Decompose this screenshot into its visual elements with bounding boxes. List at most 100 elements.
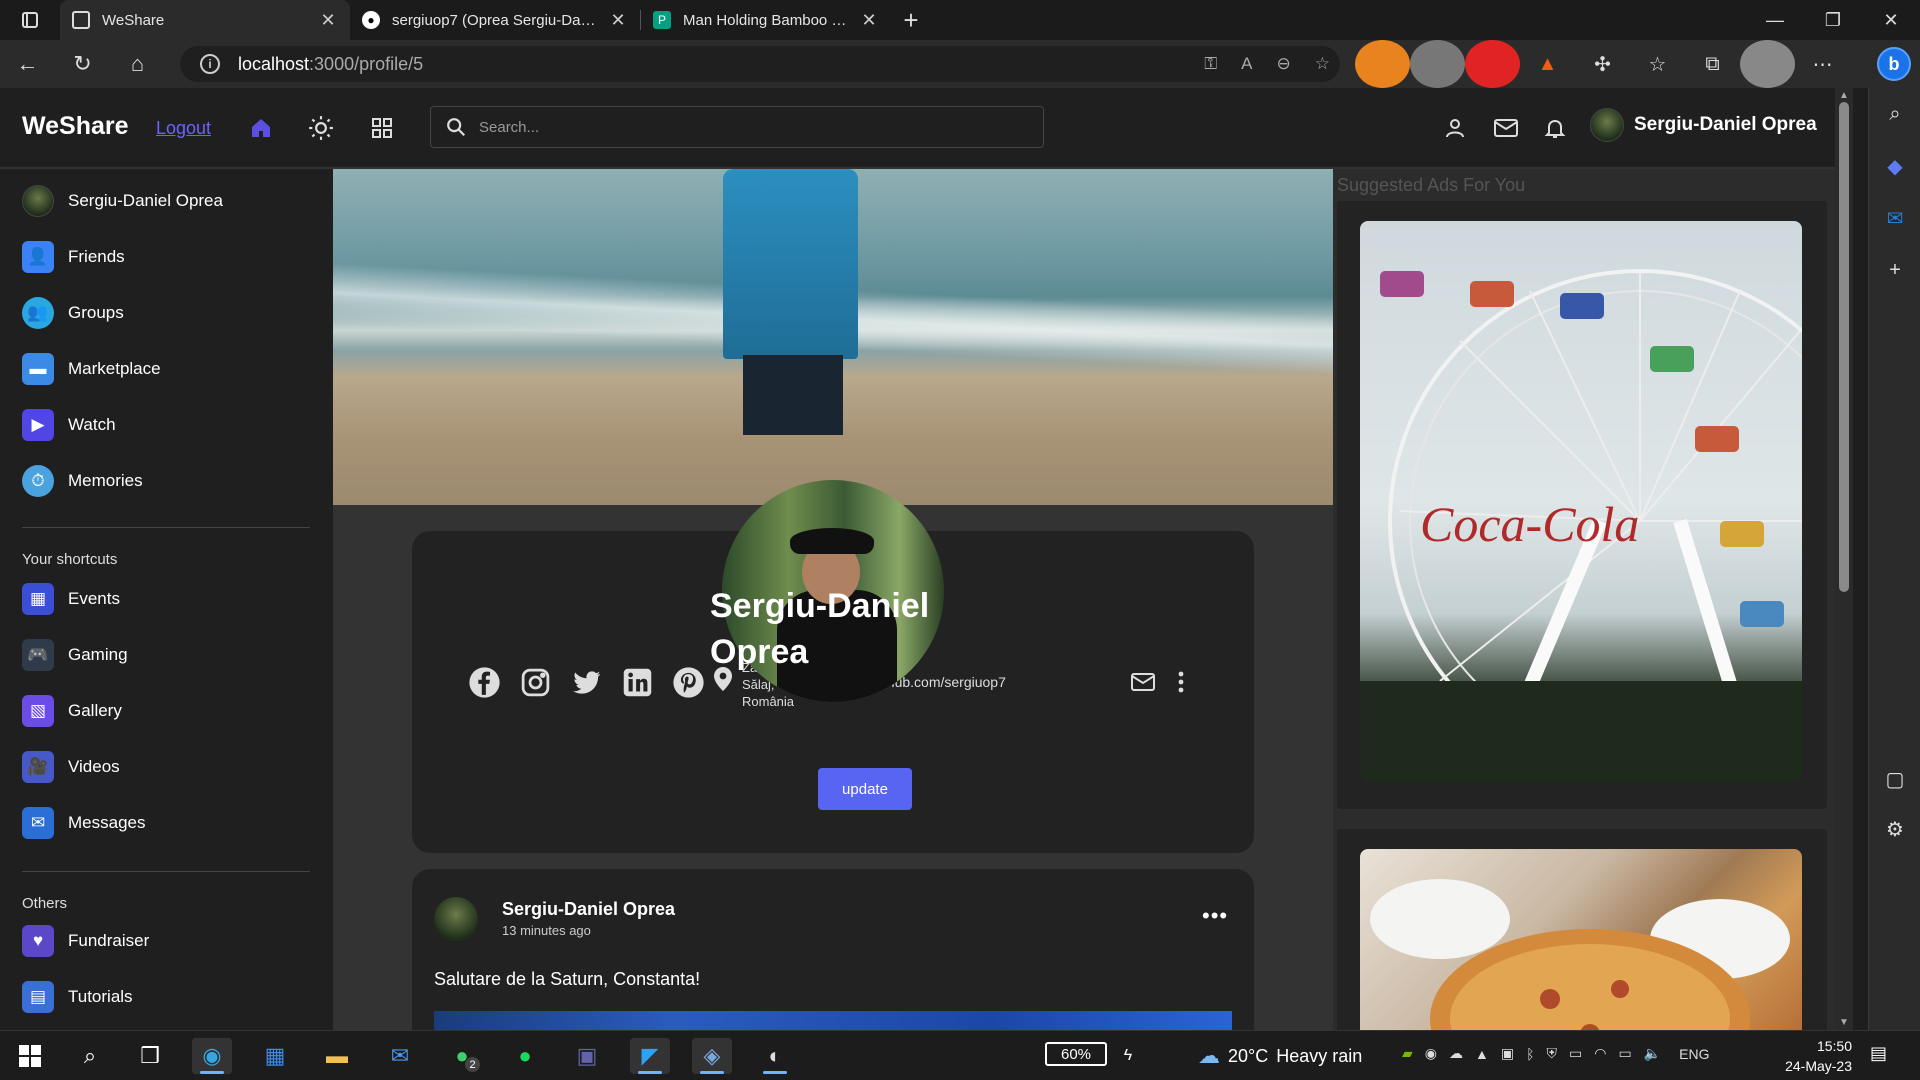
restore-icon[interactable]: ❐	[1804, 0, 1862, 40]
sidebar-item-fundraiser[interactable]: ♥ Fundraiser	[22, 921, 149, 961]
add-icon[interactable]: +	[1869, 244, 1920, 296]
sidebar-item-gallery[interactable]: ▧ Gallery	[22, 691, 122, 731]
store-icon[interactable]: ▦	[255, 1038, 295, 1074]
facebook-icon[interactable]	[468, 666, 501, 699]
more-horiz-icon[interactable]: •••	[1202, 903, 1228, 929]
mail-icon[interactable]	[1488, 110, 1524, 146]
bell-icon[interactable]	[1537, 110, 1573, 146]
back-icon[interactable]: ←	[0, 40, 55, 88]
extensions-icon[interactable]: ✣	[1575, 40, 1630, 88]
sidebar-item-profile[interactable]: Sergiu-Daniel Oprea	[22, 181, 223, 221]
search-input[interactable]	[479, 118, 999, 136]
teams-tray-icon[interactable]: ▣	[1501, 1045, 1514, 1062]
apps-grid-icon[interactable]	[364, 110, 400, 146]
tab-pexels[interactable]: P Man Holding Bamboo Plant Wea ✕	[641, 0, 891, 40]
obs-icon[interactable]: ◐	[755, 1038, 795, 1074]
avatar[interactable]	[434, 897, 478, 941]
teams-icon[interactable]: ▣	[567, 1038, 607, 1074]
logout-link[interactable]: Logout	[156, 118, 211, 139]
search-icon[interactable]: ⌕	[70, 1038, 110, 1074]
meet-icon[interactable]: ▭	[1569, 1045, 1582, 1062]
app-icon[interactable]: ◈	[692, 1038, 732, 1074]
read-aloud-icon[interactable]: A	[1241, 54, 1252, 74]
tab-actions-icon[interactable]	[0, 0, 60, 40]
close-tab-icon[interactable]: ✕	[318, 10, 338, 31]
wifi-icon[interactable]: ◠	[1594, 1045, 1606, 1062]
copilot-icon[interactable]: ◆	[1869, 140, 1920, 192]
nvidia-icon[interactable]: ▰	[1402, 1045, 1413, 1062]
add-favorite-icon[interactable]: ☆	[1315, 54, 1330, 74]
vscode-icon[interactable]: ◤	[630, 1038, 670, 1074]
scroll-up-icon[interactable]: ▲	[1839, 90, 1849, 101]
drive-icon[interactable]: ▲	[1475, 1046, 1489, 1062]
whatsapp-icon[interactable]: ● 2	[442, 1038, 482, 1074]
home-icon[interactable]	[243, 110, 279, 146]
split-screen-icon[interactable]: ▢	[1869, 753, 1920, 805]
spotify-icon[interactable]: ●	[505, 1038, 545, 1074]
clock[interactable]: 15:50 24-May-23	[1772, 1036, 1852, 1076]
home-icon[interactable]: ⌂	[110, 40, 165, 88]
outlook-icon[interactable]: ✉	[1869, 192, 1920, 244]
user-profile-chip[interactable]: Sergiu-Daniel Oprea	[1590, 108, 1817, 142]
more-icon[interactable]: ⋯	[1795, 40, 1850, 88]
task-view-icon[interactable]: ❒	[130, 1038, 170, 1074]
bluetooth-icon[interactable]: ᛒ	[1526, 1046, 1534, 1062]
person-icon[interactable]	[1437, 110, 1473, 146]
sidebar-item-events[interactable]: ▦ Events	[22, 579, 120, 619]
notifications-icon[interactable]: ▤	[1870, 1043, 1887, 1064]
extension-flame-icon[interactable]: ▲	[1520, 40, 1575, 88]
key-icon[interactable]: ⚿	[1204, 54, 1217, 74]
sidebar-item-messages[interactable]: ✉ Messages	[22, 803, 145, 843]
sidebar-item-memories[interactable]: ⏱ Memories	[22, 461, 143, 501]
sidebar-item-groups[interactable]: 👥 Groups	[22, 293, 124, 333]
volume-icon[interactable]: 🔈	[1644, 1045, 1661, 1062]
file-explorer-icon[interactable]: ▬	[317, 1038, 357, 1074]
sidebar-item-watch[interactable]: ▶ Watch	[22, 405, 116, 445]
sidebar-item-friends[interactable]: 👤 Friends	[22, 237, 125, 277]
search-icon[interactable]: ⌕	[1869, 88, 1920, 140]
language-indicator[interactable]: ENG	[1679, 1046, 1709, 1062]
new-tab-button[interactable]: +	[891, 0, 931, 40]
sidebar-item-videos[interactable]: 🎥 Videos	[22, 747, 120, 787]
extension-red-icon[interactable]	[1465, 40, 1520, 88]
sidebar-item-marketplace[interactable]: ▬ Marketplace	[22, 349, 161, 389]
scroll-thumb[interactable]	[1839, 102, 1849, 592]
search-box[interactable]	[430, 106, 1044, 148]
linkedin-icon[interactable]	[621, 666, 654, 699]
scroll-down-icon[interactable]: ▼	[1839, 1017, 1849, 1028]
favorites-icon[interactable]: ☆	[1630, 40, 1685, 88]
update-button[interactable]: update	[818, 768, 912, 810]
mail-icon[interactable]	[1130, 671, 1156, 693]
battery-indicator[interactable]: 60%	[1045, 1042, 1107, 1066]
post-author[interactable]: Sergiu-Daniel Oprea	[502, 899, 675, 920]
metamask-icon[interactable]	[1355, 40, 1410, 88]
theme-toggle-icon[interactable]	[303, 110, 339, 146]
settings-icon[interactable]: ⚙	[1869, 803, 1920, 855]
zoom-out-icon[interactable]: ⊖	[1277, 54, 1291, 74]
twitter-icon[interactable]	[570, 666, 603, 699]
minimize-icon[interactable]: —	[1746, 0, 1804, 40]
refresh-icon[interactable]: ↻	[55, 40, 110, 88]
tab-weshare[interactable]: WeShare ✕	[60, 0, 350, 40]
ad-card[interactable]: Coca-Cola	[1337, 201, 1827, 809]
bing-chat[interactable]: b	[1868, 40, 1920, 88]
ad-image-pizza[interactable]	[1360, 849, 1802, 1030]
close-tab-icon[interactable]: ✕	[608, 10, 628, 31]
ad-image-ferris-wheel[interactable]: Coca-Cola	[1360, 221, 1802, 781]
close-window-icon[interactable]: ✕	[1862, 0, 1920, 40]
page-scrollbar[interactable]: ▲ ▼	[1835, 88, 1853, 1030]
sidebar-item-gaming[interactable]: 🎮 Gaming	[22, 635, 128, 675]
ad-card[interactable]	[1337, 829, 1827, 1030]
collections-icon[interactable]: ⧉	[1685, 40, 1740, 88]
app-logo[interactable]: WeShare	[22, 112, 129, 141]
edge-icon[interactable]: ◉	[192, 1038, 232, 1074]
start-icon[interactable]	[10, 1038, 50, 1074]
pinterest-icon[interactable]	[672, 666, 705, 699]
coupon-icon[interactable]	[1410, 40, 1465, 88]
profile-icon[interactable]	[1740, 40, 1795, 88]
battery-icon[interactable]: ▭	[1618, 1045, 1631, 1062]
onedrive-icon[interactable]: ☁	[1449, 1045, 1463, 1062]
mail-app-icon[interactable]: ✉	[380, 1038, 420, 1074]
sidebar-item-tutorials[interactable]: ▤ Tutorials	[22, 977, 133, 1017]
security-icon[interactable]: ⛨	[1547, 1045, 1558, 1062]
